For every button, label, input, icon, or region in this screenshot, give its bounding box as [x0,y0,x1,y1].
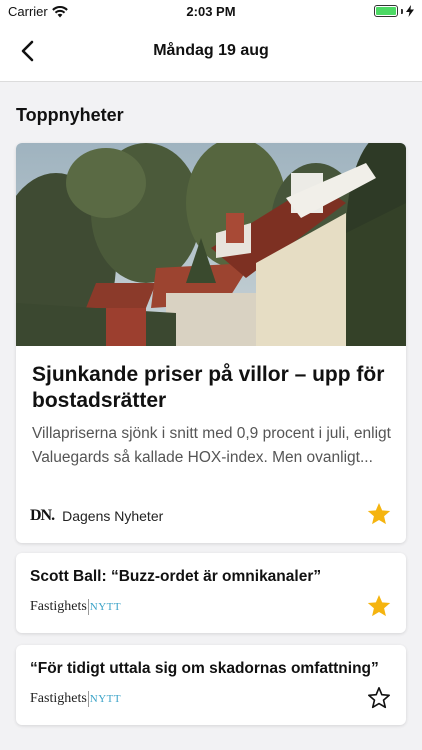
source-name: Dagens Nyheter [62,508,164,524]
star-filled-icon[interactable] [366,501,392,527]
status-time: 2:03 PM [186,4,236,19]
status-right [374,5,414,17]
logo-part-fastighets: Fastighets [30,691,87,706]
article-headline: Sjunkande priser på villor – upp för bos… [32,363,385,412]
battery-tip [401,8,403,14]
logo-part-nytt: NYTT [89,601,122,613]
charging-bolt-icon [406,5,414,17]
article-headline: Scott Ball: “Buzz-ordet är omnikanaler” [30,568,322,585]
article-image [16,143,406,346]
logo-part-fastighets: Fastighets [30,599,87,614]
fastighetsnytt-logo: Fastighets NYTT [30,691,121,707]
article-card[interactable]: Scott Ball: “Buzz-ordet är omnikanaler” … [16,553,406,633]
section-title: Toppnyheter [16,105,124,125]
article-excerpt: Villapriserna sjönk i snitt med 0,9 proc… [32,425,391,466]
navigation-bar: Måndag 19 aug [0,24,422,82]
dn-logo: DN. [30,507,55,524]
article-source: DN. Dagens Nyheter [30,507,163,525]
logo-divider [87,691,89,707]
article-headline: “För tidigt uttala sig om skadornas omfa… [30,660,379,677]
page-title: Måndag 19 aug [153,42,269,59]
article-card-featured[interactable]: Sjunkande priser på villor – upp för bos… [16,143,406,543]
status-bar: Carrier 2:03 PM [0,0,422,24]
fastighetsnytt-logo: Fastighets NYTT [30,599,121,615]
star-filled-icon[interactable] [366,593,392,619]
battery-icon [374,5,398,17]
star-outline-icon[interactable] [366,685,392,711]
battery-fill [376,7,396,15]
logo-part-nytt: NYTT [89,693,122,705]
article-card[interactable]: “För tidigt uttala sig om skadornas omfa… [16,645,406,725]
logo-divider [87,599,89,615]
